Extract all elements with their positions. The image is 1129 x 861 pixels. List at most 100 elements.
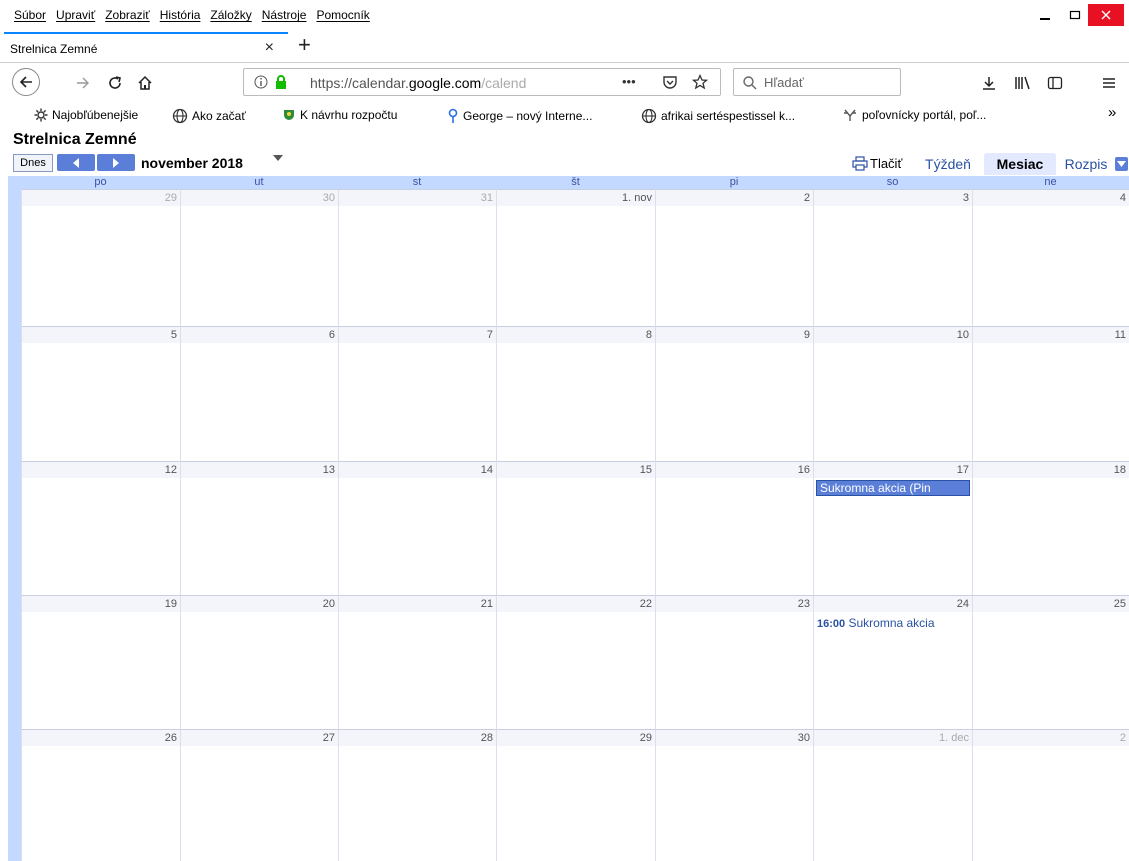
day-cell[interactable]: 17 Sukromna akcia (Pin [813, 461, 972, 595]
day-cell[interactable]: 30 [180, 189, 338, 326]
url-bar[interactable]: https://calendar.google.com/calend ••• [243, 68, 721, 96]
day-cell[interactable]: 23 [655, 595, 813, 729]
day-number[interactable]: 1. dec [939, 732, 969, 744]
day-number[interactable]: 29 [165, 192, 177, 204]
day-number[interactable]: 10 [957, 329, 969, 341]
day-cell[interactable]: 16 [655, 461, 813, 595]
day-number[interactable]: 13 [323, 464, 335, 476]
downloads-button[interactable] [978, 72, 1000, 94]
menu-history[interactable]: História [160, 8, 201, 22]
search-bar[interactable]: Hľadať [733, 68, 901, 96]
day-number[interactable]: 3 [963, 192, 969, 204]
day-number[interactable]: 29 [640, 732, 652, 744]
day-cell[interactable]: 11 [972, 326, 1129, 461]
day-number[interactable]: 9 [804, 329, 810, 341]
day-number[interactable]: 4 [1120, 192, 1126, 204]
day-cell[interactable]: 6 [180, 326, 338, 461]
month-picker-button[interactable] [272, 154, 284, 162]
day-cell[interactable]: 29 [496, 729, 655, 861]
day-cell[interactable]: 8 [496, 326, 655, 461]
day-number[interactable]: 5 [171, 329, 177, 341]
day-number[interactable]: 14 [481, 464, 493, 476]
day-cell[interactable]: 18 [972, 461, 1129, 595]
day-number[interactable]: 31 [481, 192, 493, 204]
menu-view[interactable]: Zobraziť [105, 8, 150, 22]
timed-event[interactable]: 16:00 Sukromna akcia [817, 616, 970, 630]
tab-strelnica[interactable]: Strelnica Zemné × [4, 32, 288, 62]
menu-file[interactable]: Súbor [14, 8, 46, 22]
day-cell[interactable]: 24 16:00 Sukromna akcia [813, 595, 972, 729]
allday-event[interactable]: Sukromna akcia (Pin [816, 480, 970, 496]
day-cell[interactable]: 25 [972, 595, 1129, 729]
day-number[interactable]: 20 [323, 598, 335, 610]
day-number[interactable]: 23 [798, 598, 810, 610]
today-button[interactable]: Dnes [13, 154, 53, 172]
tab-week[interactable]: Týždeň [916, 153, 980, 175]
prev-month-button[interactable] [57, 154, 95, 171]
day-cell[interactable]: 22 [496, 595, 655, 729]
day-number[interactable]: 18 [1114, 464, 1126, 476]
day-cell[interactable]: 1. nov [496, 189, 655, 326]
minimize-button[interactable] [1030, 2, 1060, 28]
day-number[interactable]: 24 [957, 598, 969, 610]
day-number[interactable]: 27 [323, 732, 335, 744]
day-cell[interactable]: 3 [813, 189, 972, 326]
menu-tools[interactable]: Nástroje [262, 8, 307, 22]
day-number[interactable]: 16 [798, 464, 810, 476]
day-cell[interactable]: 27 [180, 729, 338, 861]
day-cell[interactable]: 26 [21, 729, 180, 861]
reload-button[interactable] [104, 72, 126, 94]
bookmark-afrikai[interactable]: afrikai sertéspestissel k... [641, 108, 795, 124]
day-number[interactable]: 21 [481, 598, 493, 610]
day-cell[interactable]: 21 [338, 595, 496, 729]
next-month-button[interactable] [97, 154, 135, 171]
menu-help[interactable]: Pomocník [316, 8, 369, 22]
day-cell[interactable]: 4 [972, 189, 1129, 326]
sidebar-button[interactable] [1044, 72, 1066, 94]
day-number[interactable]: 25 [1114, 598, 1126, 610]
day-number[interactable]: 2 [804, 192, 810, 204]
day-cell[interactable]: 15 [496, 461, 655, 595]
day-number[interactable]: 6 [329, 329, 335, 341]
bookmark-george[interactable]: George – nový Interne... [447, 108, 592, 124]
tab-month[interactable]: Mesiac [984, 153, 1056, 175]
day-number[interactable]: 22 [640, 598, 652, 610]
day-number[interactable]: 12 [165, 464, 177, 476]
day-number[interactable]: 19 [165, 598, 177, 610]
menu-edit[interactable]: Upraviť [56, 8, 95, 22]
page-actions-icon[interactable]: ••• [622, 74, 636, 89]
print-link[interactable]: Tlačiť [852, 156, 902, 171]
back-button[interactable] [12, 68, 40, 96]
day-cell[interactable]: 2 [972, 729, 1129, 861]
tab-agenda[interactable]: Rozpis [1058, 153, 1114, 175]
day-cell[interactable]: 9 [655, 326, 813, 461]
home-button[interactable] [134, 72, 156, 94]
day-number[interactable]: 28 [481, 732, 493, 744]
day-number[interactable]: 2 [1120, 732, 1126, 744]
day-cell[interactable]: 10 [813, 326, 972, 461]
forward-button[interactable] [72, 72, 94, 94]
day-number[interactable]: 26 [165, 732, 177, 744]
day-cell[interactable]: 14 [338, 461, 496, 595]
bookmarks-overflow-button[interactable]: » [1108, 104, 1116, 121]
bookmark-rozpocet[interactable]: K návrhu rozpočtu [282, 108, 397, 122]
star-icon[interactable] [692, 74, 708, 90]
tab-close-icon[interactable]: × [265, 39, 274, 57]
day-cell[interactable]: 12 [21, 461, 180, 595]
menu-button[interactable] [1098, 72, 1120, 94]
new-tab-button[interactable]: + [298, 32, 311, 58]
day-number[interactable]: 17 [957, 464, 969, 476]
day-cell[interactable]: 5 [21, 326, 180, 461]
bookmark-most-visited[interactable]: Najobľúbenejšie [34, 108, 138, 122]
day-number[interactable]: 1. nov [622, 192, 652, 204]
day-cell[interactable]: 1. dec [813, 729, 972, 861]
day-cell[interactable]: 13 [180, 461, 338, 595]
day-cell[interactable]: 20 [180, 595, 338, 729]
day-number[interactable]: 30 [798, 732, 810, 744]
bookmark-ako-zacat[interactable]: Ako začať [172, 108, 246, 124]
pocket-icon[interactable] [662, 74, 678, 90]
day-cell[interactable]: 29 [21, 189, 180, 326]
bookmark-polovnicky[interactable]: poľovnícky portál, poľ... [842, 108, 986, 122]
info-icon[interactable] [254, 75, 268, 89]
library-button[interactable] [1012, 72, 1034, 94]
